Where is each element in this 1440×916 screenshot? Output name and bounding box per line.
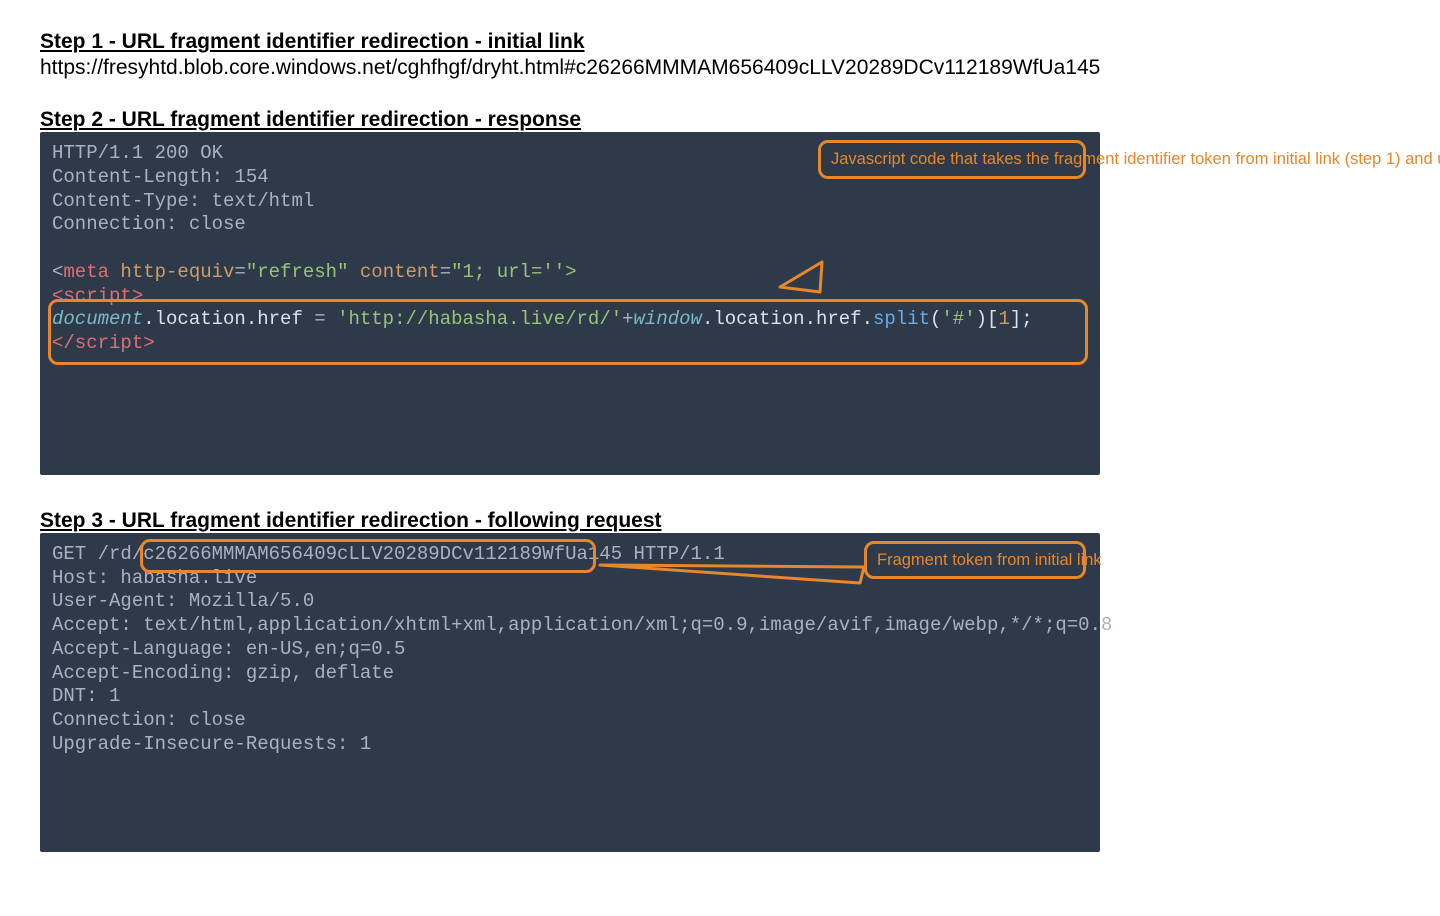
header-accept-language: Accept-Language: en-US,en;q=0.5 (52, 638, 405, 660)
header-host: Host: habasha.live (52, 567, 257, 589)
step1-title: Step 1 - URL fragment identifier redirec… (40, 30, 1400, 54)
header-dnt: DNT: 1 (52, 685, 120, 707)
header-connection: Connection: close (52, 709, 246, 731)
header-connection: Connection: close (52, 213, 246, 235)
step3-codebox: GET /rd/c26266MMMAM656409cLLV20289DCv112… (40, 533, 1100, 852)
callout-step3: Fragment token from initial link (864, 541, 1086, 580)
http-status-line: HTTP/1.1 200 OK (52, 142, 223, 164)
header-accept: Accept: text/html,application/xhtml+xml,… (52, 614, 1112, 636)
step3-title: Step 3 - URL fragment identifier redirec… (40, 509, 1400, 533)
callout-step2: Javascript code that takes the fragment … (818, 140, 1086, 179)
get-line-prefix: GET /rd/ (52, 543, 143, 565)
header-upgrade-insecure: Upgrade-Insecure-Requests: 1 (52, 733, 371, 755)
header-content-type: Content-Type: text/html (52, 190, 314, 212)
script-open-tag: <script> (52, 285, 143, 307)
step2-title: Step 2 - URL fragment identifier redirec… (40, 108, 1400, 132)
header-content-length: Content-Length: 154 (52, 166, 269, 188)
script-close-tag: </script> (52, 332, 155, 354)
step1-url: https://fresyhtd.blob.core.windows.net/c… (40, 56, 1400, 80)
header-user-agent: User-Agent: Mozilla/5.0 (52, 590, 314, 612)
get-line-suffix: HTTP/1.1 (622, 543, 725, 565)
fragment-token: c26266MMMAM656409cLLV20289DCv112189WfUa1… (143, 543, 622, 565)
header-accept-encoding: Accept-Encoding: gzip, deflate (52, 662, 394, 684)
step2-codebox: HTTP/1.1 200 OK Content-Length: 154 Cont… (40, 132, 1100, 475)
